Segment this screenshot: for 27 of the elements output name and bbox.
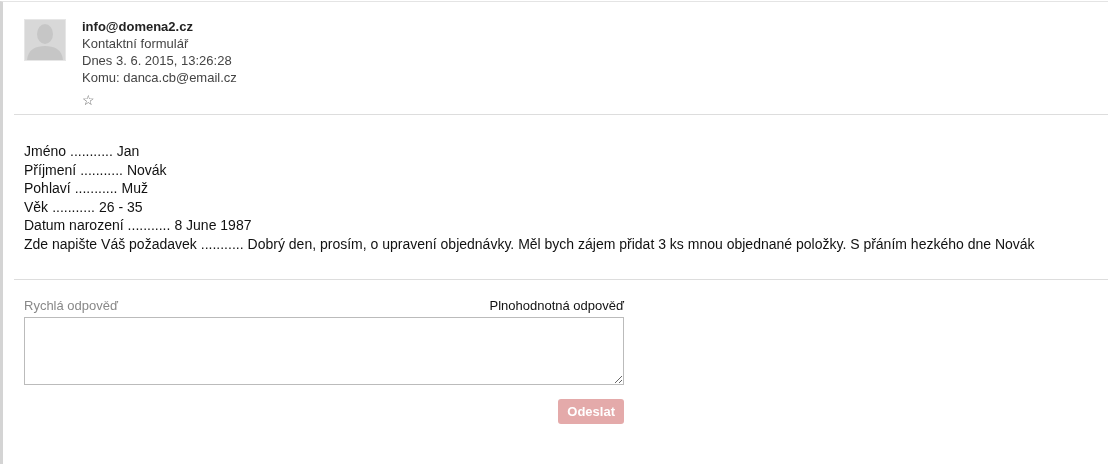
quick-reply-label: Rychlá odpověď xyxy=(24,297,118,313)
leader-dots: ........... xyxy=(74,179,118,198)
field-label: Jméno xyxy=(24,142,67,161)
field-label: Pohlaví xyxy=(24,179,71,198)
leader-dots: ........... xyxy=(127,216,171,235)
avatar-icon xyxy=(24,19,66,61)
leader-dots: ........... xyxy=(200,234,244,254)
field-value: 26 - 35 xyxy=(98,197,143,217)
date: Dnes 3. 6. 2015, 13:26:28 xyxy=(82,52,233,69)
field-value: 8 June 1987 xyxy=(174,216,252,235)
field-label: Příjmení xyxy=(24,160,77,180)
field-value: Novák xyxy=(126,160,167,180)
full-reply-link[interactable]: Plnohodnotná odpověď xyxy=(489,297,624,313)
field-label: Věk xyxy=(24,197,49,217)
field-value: Muž xyxy=(121,179,148,198)
field-label: Zde napište Váš požadavek xyxy=(24,234,197,254)
field-value: Jan xyxy=(116,142,140,161)
leader-dots: ........... xyxy=(52,197,95,217)
leader-dots: ........... xyxy=(80,160,123,180)
subject: Kontaktní formulář xyxy=(82,35,190,52)
recipient: Komu: danca.cb@email.cz xyxy=(82,69,237,86)
star-icon[interactable]: ☆ xyxy=(82,92,95,109)
field-value: Dobrý den, prosím, o upravení objednávky. Měl bych zájem přidat 3 ks mnou objednané položky. S přáním hezkého dne Novák xyxy=(247,234,1035,254)
sender-email: info@domena2.cz xyxy=(82,18,194,35)
field-label: Datum narození xyxy=(24,216,124,235)
reply-field[interactable] xyxy=(24,316,624,385)
leader-dots: ........... xyxy=(70,142,113,161)
